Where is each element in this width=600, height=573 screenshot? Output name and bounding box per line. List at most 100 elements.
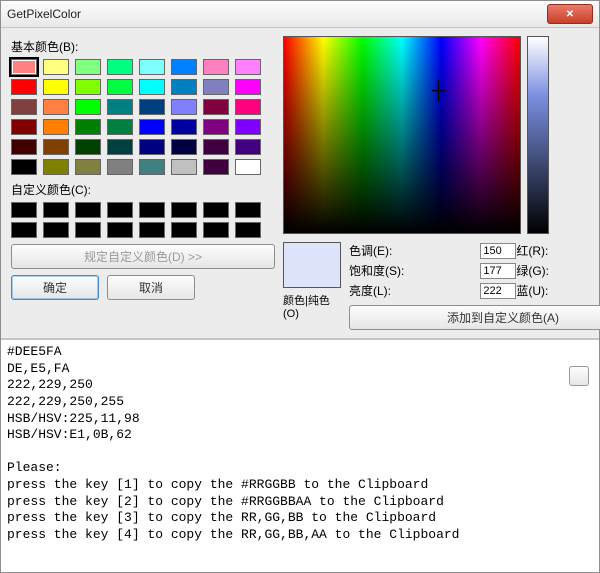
lum-input[interactable]	[480, 283, 516, 299]
custom-swatch[interactable]	[203, 202, 229, 218]
color-field[interactable]: ┼	[283, 36, 521, 234]
hue-label: 色调(E):	[349, 242, 476, 259]
basic-swatch[interactable]	[235, 139, 261, 155]
basic-swatch[interactable]	[203, 59, 229, 75]
blue-label: 蓝(U):	[516, 282, 600, 299]
basic-swatch[interactable]	[203, 119, 229, 135]
custom-swatch[interactable]	[75, 222, 101, 238]
custom-swatch[interactable]	[139, 222, 165, 238]
basic-swatch[interactable]	[171, 99, 197, 115]
custom-swatch[interactable]	[43, 222, 69, 238]
window-title: GetPixelColor	[7, 7, 81, 21]
color-dialog-window: GetPixelColor ✕ 基本颜色(B): 自定义颜色(C): 规定自定义…	[0, 0, 600, 573]
define-custom-button[interactable]: 规定自定义颜色(D) >>	[11, 244, 275, 269]
custom-swatch[interactable]	[139, 202, 165, 218]
basic-swatch[interactable]	[11, 139, 37, 155]
custom-swatch[interactable]	[11, 202, 37, 218]
basic-swatch[interactable]	[11, 119, 37, 135]
custom-swatch[interactable]	[235, 202, 261, 218]
basic-swatch[interactable]	[235, 79, 261, 95]
basic-swatch[interactable]	[171, 59, 197, 75]
basic-swatch[interactable]	[43, 79, 69, 95]
basic-swatch[interactable]	[203, 139, 229, 155]
basic-swatch[interactable]	[139, 79, 165, 95]
basic-swatch[interactable]	[235, 159, 261, 175]
basic-swatch[interactable]	[11, 99, 37, 115]
preview-wrap: 颜色|纯色(O)	[283, 242, 341, 320]
basic-swatch[interactable]	[43, 159, 69, 175]
basic-swatch[interactable]	[171, 119, 197, 135]
custom-swatch[interactable]	[171, 222, 197, 238]
basic-swatch[interactable]	[107, 119, 133, 135]
basic-swatch[interactable]	[11, 159, 37, 175]
custom-colors-label: 自定义颜色(C):	[11, 181, 273, 198]
sat-label: 饱和度(S):	[349, 262, 476, 279]
basic-color-grid	[11, 59, 273, 175]
numeric-grid: 色调(E): 红(R): 饱和度(S): 绿(G): 亮度(L): 蓝(U):	[349, 242, 600, 299]
basic-swatch[interactable]	[75, 59, 101, 75]
basic-swatch[interactable]	[11, 59, 37, 75]
basic-swatch[interactable]	[235, 59, 261, 75]
basic-swatch[interactable]	[75, 119, 101, 135]
close-icon: ✕	[566, 9, 574, 20]
custom-swatch[interactable]	[171, 202, 197, 218]
basic-swatch[interactable]	[107, 59, 133, 75]
copy-button[interactable]	[569, 366, 589, 386]
cancel-button[interactable]: 取消	[107, 275, 195, 300]
output-textarea[interactable]: #DEE5FA DE,E5,FA 222,229,250 222,229,250…	[1, 339, 599, 572]
custom-swatch[interactable]	[107, 222, 133, 238]
basic-swatch[interactable]	[171, 159, 197, 175]
basic-swatch[interactable]	[171, 79, 197, 95]
custom-swatch[interactable]	[11, 222, 37, 238]
basic-swatch[interactable]	[11, 79, 37, 95]
basic-swatch[interactable]	[139, 139, 165, 155]
dialog-body: 基本颜色(B): 自定义颜色(C): 规定自定义颜色(D) >> 确定 取消 ┼	[1, 28, 599, 339]
red-label: 红(R):	[516, 242, 600, 259]
custom-swatch[interactable]	[75, 202, 101, 218]
add-to-custom-button[interactable]: 添加到自定义颜色(A)	[349, 305, 600, 330]
basic-swatch[interactable]	[107, 99, 133, 115]
upper-row: 基本颜色(B): 自定义颜色(C): 规定自定义颜色(D) >> 确定 取消 ┼	[11, 36, 589, 330]
luminance-slider[interactable]	[527, 36, 549, 234]
basic-swatch[interactable]	[235, 99, 261, 115]
custom-swatch[interactable]	[107, 202, 133, 218]
basic-swatch[interactable]	[139, 59, 165, 75]
custom-swatch[interactable]	[203, 222, 229, 238]
custom-swatch[interactable]	[235, 222, 261, 238]
titlebar: GetPixelColor ✕	[1, 1, 599, 28]
basic-swatch[interactable]	[107, 139, 133, 155]
basic-swatch[interactable]	[107, 159, 133, 175]
left-column: 基本颜色(B): 自定义颜色(C): 规定自定义颜色(D) >> 确定 取消	[11, 36, 273, 330]
basic-swatch[interactable]	[75, 79, 101, 95]
sat-input[interactable]	[480, 263, 516, 279]
basic-swatch[interactable]	[75, 159, 101, 175]
color-solid-label: 颜色|纯色(O)	[283, 292, 341, 320]
basic-swatch[interactable]	[171, 139, 197, 155]
custom-color-grid	[11, 202, 273, 238]
close-button[interactable]: ✕	[547, 4, 593, 24]
ok-button[interactable]: 确定	[11, 275, 99, 300]
basic-swatch[interactable]	[43, 59, 69, 75]
basic-swatch[interactable]	[139, 99, 165, 115]
field-cursor-icon: ┼	[432, 87, 444, 99]
color-values-row: 颜色|纯色(O) 色调(E): 红(R): 饱和度(S): 绿(G):	[283, 242, 600, 330]
right-column: ┼ 颜色|纯色(O) 色调(E): 红(R):	[283, 36, 600, 330]
basic-swatch[interactable]	[43, 119, 69, 135]
basic-swatch[interactable]	[203, 159, 229, 175]
basic-swatch[interactable]	[75, 99, 101, 115]
basic-swatch[interactable]	[75, 139, 101, 155]
basic-swatch[interactable]	[139, 119, 165, 135]
basic-swatch[interactable]	[203, 99, 229, 115]
basic-swatch[interactable]	[235, 119, 261, 135]
custom-swatch[interactable]	[43, 202, 69, 218]
basic-swatch[interactable]	[203, 79, 229, 95]
basic-swatch[interactable]	[139, 159, 165, 175]
basic-swatch[interactable]	[43, 99, 69, 115]
color-preview	[283, 242, 341, 288]
basic-swatch[interactable]	[107, 79, 133, 95]
ok-cancel-row: 确定 取消	[11, 275, 273, 300]
lum-label: 亮度(L):	[349, 282, 476, 299]
basic-colors-label: 基本颜色(B):	[11, 38, 273, 55]
hue-input[interactable]	[480, 243, 516, 259]
basic-swatch[interactable]	[43, 139, 69, 155]
